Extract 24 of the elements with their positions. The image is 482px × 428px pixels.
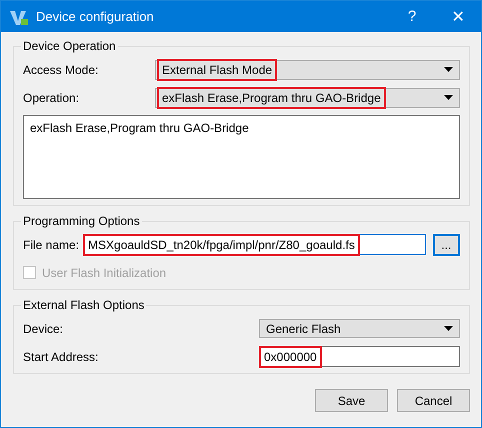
dropdown-arrow-icon	[444, 95, 453, 100]
field-label: File name:	[23, 238, 80, 252]
dropdown[interactable]: Generic Flash	[259, 319, 460, 338]
cancel-button[interactable]: Cancel	[397, 389, 470, 412]
help-button[interactable]: ?	[389, 1, 435, 32]
field-label: Start Address:	[23, 350, 100, 364]
start-address-field[interactable]: 0x000000	[259, 346, 460, 367]
field-label: Access Mode:	[23, 62, 100, 76]
dropdown-arrow-icon	[444, 326, 453, 331]
dropdown[interactable]: exFlash Erase,Program thru GAO-Bridge	[155, 88, 460, 108]
window-title: Device configuration	[36, 9, 155, 24]
browse-button[interactable]: ...	[432, 234, 460, 256]
dropdown-arrow-icon	[444, 67, 453, 72]
text-area[interactable]: exFlash Erase,Program thru GAO-Bridge	[23, 115, 460, 199]
file-name-field[interactable]: MSXgoauldSD_tn20k/fpga/impl/pnr/Z80_goauld.fs	[83, 234, 426, 255]
group-title: Device Operation	[21, 39, 118, 53]
close-button[interactable]: ✕	[435, 1, 481, 32]
checkbox-label: User Flash Initialization	[42, 266, 166, 280]
field-label: Device:	[23, 322, 64, 336]
group-title: External Flash Options	[21, 298, 146, 312]
group-title: Programming Options	[21, 214, 142, 228]
save-button[interactable]: Save	[315, 389, 388, 412]
field-label: Operation:	[23, 90, 80, 104]
dropdown[interactable]: External Flash Mode	[155, 60, 460, 80]
